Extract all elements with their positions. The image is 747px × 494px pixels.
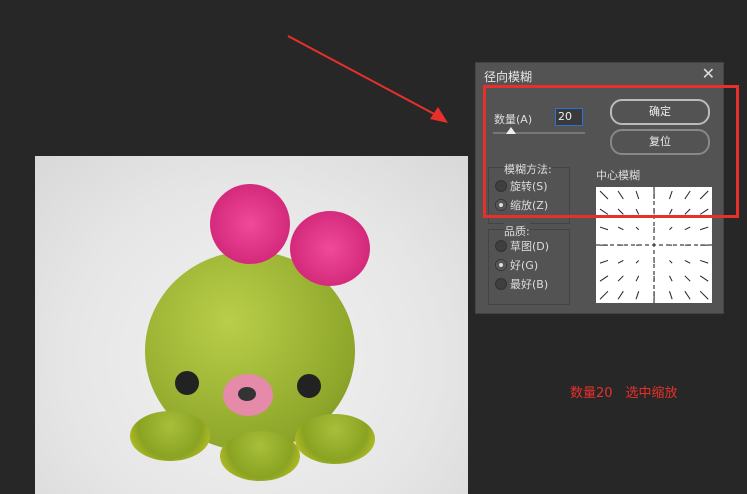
toy-nose [223,374,273,416]
quality-legend: 品质: [504,223,530,239]
radio-best[interactable] [495,278,507,290]
toy-bow [210,184,290,264]
radio-best-label[interactable]: 最好(B) [510,276,548,292]
close-icon[interactable]: ✕ [702,64,715,83]
radio-good[interactable] [495,259,507,271]
annotation-text: 数量20 选中缩放 [570,386,678,401]
highlight-box [483,85,739,218]
toy-leg [130,411,210,461]
radio-draft[interactable] [495,240,507,252]
photo-canvas [35,156,468,494]
toy-bow [290,211,370,286]
toy-leg [220,431,300,481]
radio-draft-label[interactable]: 草图(D) [510,238,549,254]
dialog-title: 径向模糊 [484,70,533,84]
toy-eye [175,371,199,395]
radio-good-label[interactable]: 好(G) [510,257,538,273]
toy-eye [297,374,321,398]
toy-leg [295,414,375,464]
